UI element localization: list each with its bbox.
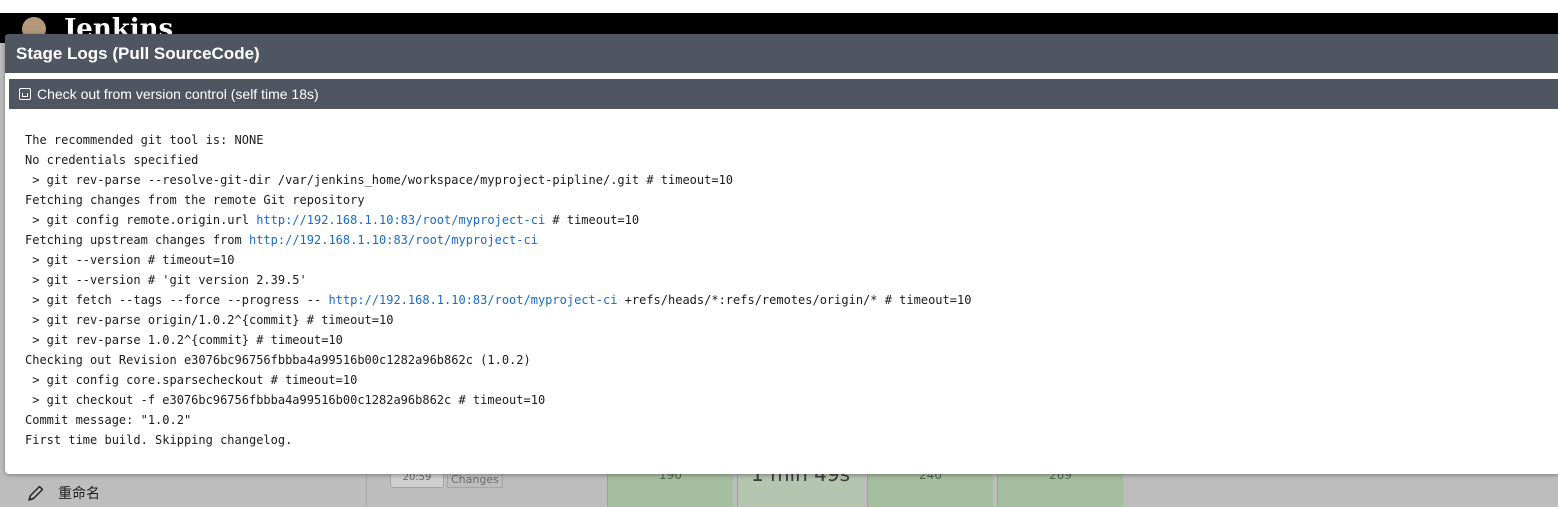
log-line: First time build. Skipping changelog. (25, 430, 1545, 450)
log-line: The recommended git tool is: NONE (25, 130, 1545, 150)
log-text: > git --version # 'git version 2.39.5' (25, 273, 307, 287)
log-text: First time build. Skipping changelog. (25, 433, 293, 447)
log-line: No credentials specified (25, 150, 1545, 170)
log-line: > git rev-parse --resolve-git-dir /var/j… (25, 170, 1545, 190)
log-text: > git fetch --tags --force --progress -- (25, 293, 329, 307)
log-text: > git rev-parse origin/1.0.2^{commit} # … (25, 313, 394, 327)
collapse-icon[interactable] (19, 88, 31, 100)
log-line: Commit message: "1.0.2" (25, 410, 1545, 430)
log-link[interactable]: http://192.168.1.10:83/root/myproject-ci (328, 293, 617, 307)
log-text: The recommended git tool is: NONE (25, 133, 264, 147)
log-line: Checking out Revision e3076bc96756fbbba4… (25, 350, 1545, 370)
log-line: Fetching upstream changes from http://19… (25, 230, 1545, 250)
log-line: > git checkout -f e3076bc96756fbbba4a995… (25, 390, 1545, 410)
log-line: > git rev-parse 1.0.2^{commit} # timeout… (25, 330, 1545, 350)
log-line: Fetching changes from the remote Git rep… (25, 190, 1545, 210)
log-link[interactable]: http://192.168.1.10:83/root/myproject-ci (249, 233, 538, 247)
log-text: +refs/heads/*:refs/remotes/origin/* # ti… (617, 293, 972, 307)
divider (366, 470, 367, 507)
log-line: > git --version # 'git version 2.39.5' (25, 270, 1545, 290)
log-text: Fetching upstream changes from (25, 233, 249, 247)
log-text: Checking out Revision e3076bc96756fbbba4… (25, 353, 531, 367)
dialog-header: Stage Logs (Pull SourceCode) (5, 34, 1558, 73)
log-text: # timeout=10 (545, 213, 640, 227)
log-text: Fetching changes from the remote Git rep… (25, 193, 365, 207)
step-header[interactable]: Check out from version control (self tim… (9, 79, 1558, 109)
log-line: > git rev-parse origin/1.0.2^{commit} # … (25, 310, 1545, 330)
log-line: > git config core.sparsecheckout # timeo… (25, 370, 1545, 390)
log-text: > git rev-parse --resolve-git-dir /var/j… (25, 173, 734, 187)
page-top-strip (0, 0, 1558, 13)
sidebar-item-rename[interactable]: 重命名 (26, 481, 100, 505)
log-line: > git --version # timeout=10 (25, 250, 1545, 270)
log-text: > git checkout -f e3076bc96756fbbba4a995… (25, 393, 546, 407)
log-text: > git config remote.origin.url (25, 213, 257, 227)
sidebar-item-label: 重命名 (58, 486, 100, 502)
console-log: The recommended git tool is: NONE No cred… (25, 130, 1545, 450)
log-text: Commit message: "1.0.2" (25, 413, 192, 427)
dialog-title: Stage Logs (Pull SourceCode) (16, 43, 260, 63)
log-link[interactable]: http://192.168.1.10:83/root/myproject-ci (256, 213, 545, 227)
pencil-icon (28, 485, 44, 501)
log-text: No credentials specified (25, 153, 199, 167)
log-line: > git config remote.origin.url http://19… (25, 210, 1545, 230)
log-text: > git config core.sparsecheckout # timeo… (25, 373, 358, 387)
stage-logs-dialog: Stage Logs (Pull SourceCode) Check out f… (5, 34, 1558, 474)
log-text: > git rev-parse 1.0.2^{commit} # timeout… (25, 333, 343, 347)
changes-label[interactable]: Changes (447, 473, 503, 488)
log-line: > git fetch --tags --force --progress --… (25, 290, 1545, 310)
step-title[interactable]: Check out from version control (self tim… (37, 86, 319, 102)
log-text: > git --version # timeout=10 (25, 253, 235, 267)
